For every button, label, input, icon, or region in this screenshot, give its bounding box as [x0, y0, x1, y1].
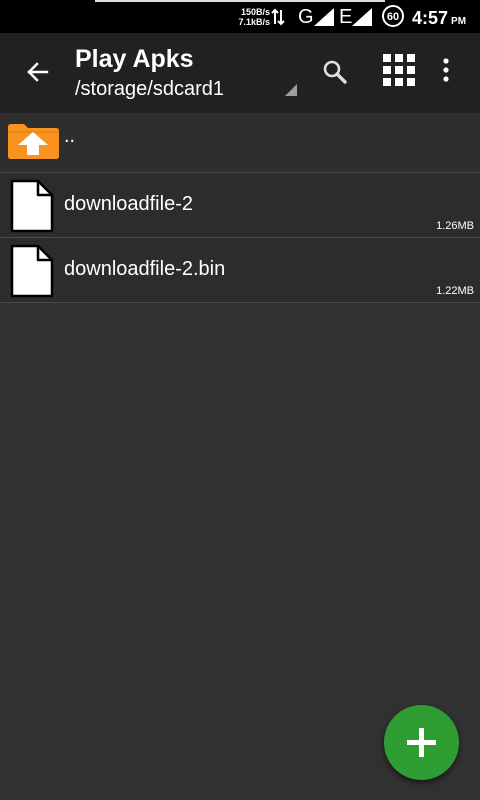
more-vert-icon[interactable] [442, 58, 450, 82]
grid-view-icon[interactable] [383, 54, 415, 86]
signal-2-network-type: E [339, 6, 353, 28]
battery-level: 60 [386, 11, 400, 23]
plus-icon [407, 728, 436, 757]
battery-icon: 60 [382, 5, 404, 27]
file-size: 1.26MB [436, 220, 474, 232]
parent-directory-item[interactable]: .. [0, 113, 480, 173]
network-speed: 150B/s 7.1kB/s [230, 7, 270, 27]
app-bar: Play Apks /storage/sdcard1 [0, 33, 480, 113]
file-name: downloadfile-2 [64, 193, 193, 215]
file-list: .. downloadfile-2 1.26MB downloadfile-2.… [0, 113, 480, 303]
path-selector[interactable]: /storage/sdcard1 [75, 78, 224, 101]
back-arrow-icon[interactable] [26, 60, 50, 84]
add-button[interactable] [384, 705, 459, 780]
app-title: Play Apks [75, 45, 194, 73]
network-upload-speed: 150B/s [240, 7, 270, 17]
clock-time: 4:57 [412, 8, 449, 28]
network-download-speed: 7.1kB/s [238, 17, 270, 27]
signal-1-strength-icon [314, 8, 334, 26]
signal-1-network-type: G [298, 6, 314, 28]
file-name: downloadfile-2.bin [64, 258, 226, 280]
parent-directory-label: .. [64, 125, 76, 147]
status-bar-divider [95, 0, 385, 2]
list-item[interactable]: downloadfile-2.bin 1.22MB [0, 238, 480, 303]
dropdown-triangle-icon[interactable] [285, 84, 297, 96]
list-item[interactable]: downloadfile-2 1.26MB [0, 173, 480, 238]
signal-2-strength-icon [352, 8, 372, 26]
file-icon [10, 179, 54, 233]
search-icon[interactable] [322, 59, 348, 85]
clock: 4:57 PM [412, 8, 466, 29]
file-icon [10, 244, 54, 298]
data-transfer-icon [271, 8, 285, 26]
clock-ampm: PM [451, 16, 467, 27]
folder-up-icon [8, 124, 59, 159]
file-size: 1.22MB [436, 285, 474, 297]
status-bar: 150B/s 7.1kB/s G E 60 4:57 PM [0, 0, 480, 33]
